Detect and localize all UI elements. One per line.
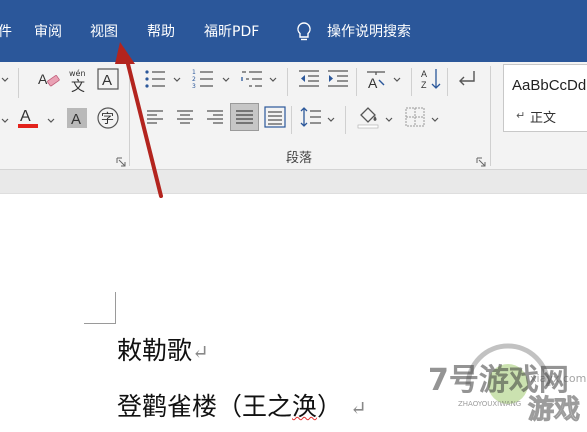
svg-text:A: A [20, 108, 31, 125]
lightbulb-icon[interactable] [294, 21, 314, 43]
dropdown-arrow-icon[interactable] [430, 112, 440, 126]
menu-tab-help[interactable]: 帮助 [147, 22, 175, 42]
dropdown-arrow-icon[interactable] [392, 72, 402, 86]
align-right-icon[interactable] [205, 107, 225, 127]
line-2-tail: ） [317, 392, 343, 421]
svg-text:3: 3 [192, 83, 196, 90]
separator [287, 68, 288, 96]
align-left-icon[interactable] [145, 107, 165, 127]
document-line-1[interactable]: 敕勒歌↵ [117, 334, 209, 369]
style-normal[interactable]: AaBbCcDd ↵ 正文 [503, 64, 587, 132]
svg-text:A: A [38, 71, 48, 87]
watermark-pinyin: ZHAOYOUXIWANG [458, 400, 521, 408]
word-window: 件 审阅 视图 帮助 福昕PDF 操作说明搜索 A wén 文 A A A 字 … [0, 0, 587, 432]
style-name: 正文 [530, 111, 557, 126]
menu-tab-foxit-pdf[interactable]: 福昕PDF [204, 22, 259, 42]
character-border-icon[interactable]: A [97, 68, 119, 90]
show-hide-marks-icon[interactable] [456, 68, 478, 90]
justify-icon[interactable] [230, 103, 259, 131]
dropdown-arrow-icon[interactable] [172, 72, 182, 86]
separator [345, 106, 346, 134]
tell-me-search[interactable]: 操作说明搜索 [327, 22, 411, 42]
separator [447, 68, 448, 96]
shading-bucket-icon[interactable] [356, 104, 380, 130]
line-1-text: 敕勒歌 [117, 336, 193, 365]
svg-text:A: A [71, 111, 81, 128]
paragraph-mark-icon: ↵ [192, 340, 209, 364]
enclose-char: 字 [101, 112, 114, 127]
menu-tab-review[interactable]: 审阅 [34, 22, 62, 42]
line-spacing-icon[interactable] [300, 106, 322, 128]
dropdown-arrow-icon[interactable] [221, 72, 231, 86]
svg-text:A: A [368, 75, 378, 90]
ribbon: A wén 文 A A A 字 1 2 3 A A Z 段落 AaBbCcDd … [0, 62, 587, 170]
paragraph-dialog-launcher-icon[interactable] [476, 152, 486, 167]
sort-icon[interactable]: AZ [420, 67, 442, 91]
svg-text:Z: Z [421, 80, 427, 90]
watermark-word: 游戏 [528, 395, 580, 425]
dropdown-arrow-icon[interactable] [384, 112, 394, 126]
character-shading-icon[interactable]: A [66, 107, 88, 129]
numbering-icon[interactable]: 123 [192, 68, 214, 90]
paragraph-mark-icon: ↵ [350, 396, 367, 420]
clear-formatting-icon[interactable]: A [37, 68, 61, 92]
phonetic-guide-icon[interactable]: wén 文 [68, 67, 90, 95]
align-center-icon[interactable] [175, 107, 195, 127]
spelling-flagged-text[interactable]: 涣 [292, 392, 317, 421]
separator [18, 68, 19, 98]
asian-layout-icon[interactable]: A [365, 68, 387, 90]
menu-tab-file[interactable]: 件 [0, 22, 12, 42]
font-color-icon[interactable]: A [17, 106, 39, 130]
margin-corner-mark [84, 292, 116, 324]
dropdown-arrow-icon[interactable] [268, 72, 278, 86]
site-watermark: 7号游戏网 ZHAOYOUXIWANG xiayx.com 游戏 [418, 340, 587, 432]
dropdown-arrow-icon[interactable] [46, 113, 56, 127]
phonetic-top: wén [69, 68, 86, 78]
menu-tab-view[interactable]: 视图 [90, 22, 118, 42]
borders-icon[interactable] [405, 107, 425, 127]
dropdown-arrow-icon[interactable] [326, 112, 336, 126]
line-2-text: 登鹳雀楼（王之 [117, 392, 293, 421]
paragraph-mark-icon: ↵ [516, 109, 526, 122]
svg-text:2: 2 [192, 76, 196, 83]
document-line-2[interactable]: 登鹳雀楼（王之涣） ↵ [117, 390, 367, 425]
style-sample-text: AaBbCcDd [512, 77, 587, 94]
menu-bar: 件 审阅 视图 帮助 福昕PDF 操作说明搜索 [0, 0, 587, 62]
separator [291, 106, 292, 134]
dropdown-arrow-icon[interactable] [0, 72, 10, 86]
group-separator [490, 66, 491, 166]
distributed-icon[interactable] [264, 106, 286, 128]
multilevel-list-icon[interactable] [241, 68, 263, 90]
separator [356, 68, 357, 96]
svg-text:A: A [421, 69, 427, 79]
phonetic-char: 文 [71, 79, 85, 95]
charborder-char: A [102, 72, 112, 89]
increase-indent-icon[interactable] [327, 68, 349, 90]
ribbon-bottom-band [0, 170, 587, 194]
decrease-indent-icon[interactable] [298, 68, 320, 90]
font-dialog-launcher-icon[interactable] [116, 152, 126, 167]
watermark-site: xiayx.com [530, 372, 586, 385]
bullets-icon[interactable] [144, 68, 166, 90]
svg-text:1: 1 [192, 69, 196, 76]
enclose-characters-icon[interactable]: 字 [96, 106, 120, 130]
separator [411, 68, 412, 96]
group-separator [129, 66, 130, 166]
paragraph-group-label: 段落 [286, 151, 313, 166]
dropdown-arrow-icon[interactable] [0, 113, 10, 127]
